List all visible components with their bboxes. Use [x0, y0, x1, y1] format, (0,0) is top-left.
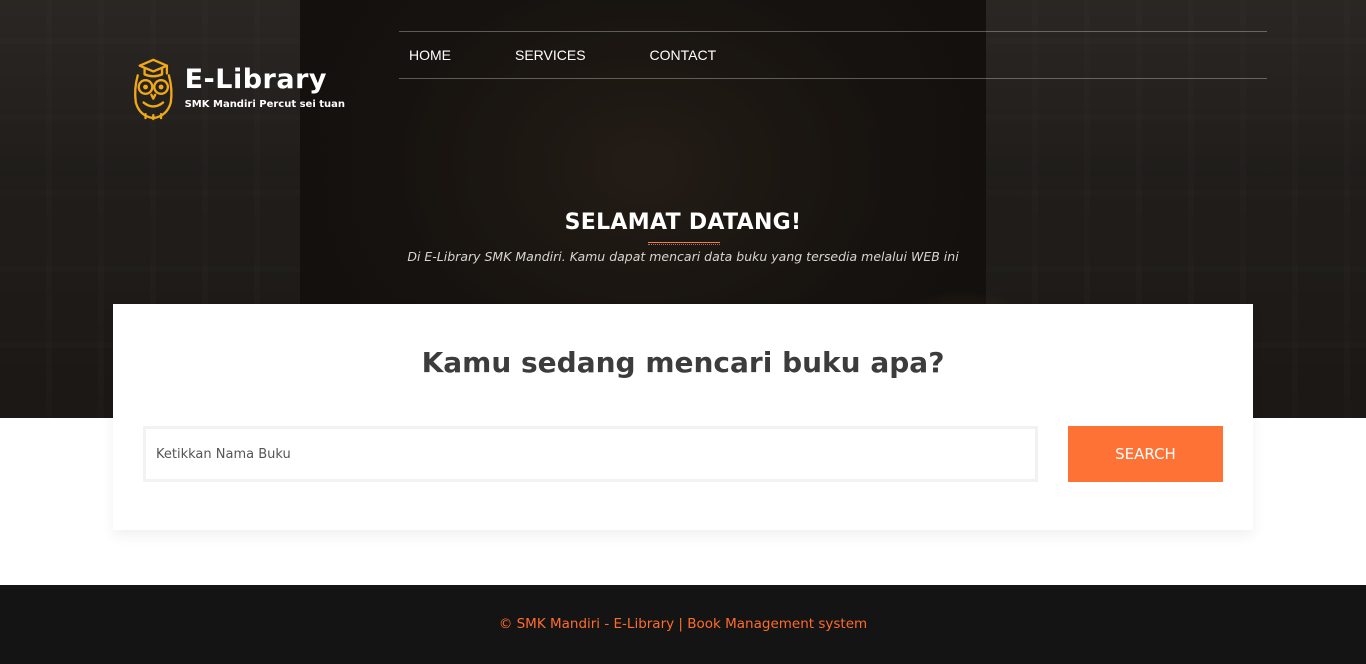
- page: E-Library SMK Mandiri Percut sei tuan HO…: [0, 0, 1366, 664]
- nav-services[interactable]: SERVICES: [515, 47, 586, 63]
- search-card: Kamu sedang mencari buku apa? SEARCH: [113, 304, 1253, 530]
- welcome-subtitle: Di E-Library SMK Mandiri. Kamu dapat men…: [407, 249, 959, 264]
- nav-contact[interactable]: CONTACT: [650, 47, 717, 63]
- welcome-divider: [648, 242, 720, 245]
- search-input[interactable]: [143, 426, 1038, 482]
- brand-subtitle: SMK Mandiri Percut sei tuan: [184, 98, 345, 110]
- search-heading: Kamu sedang mencari buku apa?: [421, 346, 945, 379]
- search-button[interactable]: SEARCH: [1068, 426, 1223, 482]
- brand-text: E-Library SMK Mandiri Percut sei tuan: [184, 63, 345, 110]
- brand-logo-link[interactable]: E-Library SMK Mandiri Percut sei tuan: [130, 52, 345, 122]
- welcome-title: SELAMAT DATANG!: [564, 210, 802, 235]
- footer-copyright: © SMK Mandiri - E-Library | Book Managem…: [498, 616, 868, 632]
- footer: © SMK Mandiri - E-Library | Book Managem…: [0, 585, 1366, 664]
- brand-title: E-Library: [184, 63, 327, 95]
- nav-home[interactable]: HOME: [409, 47, 451, 63]
- main-nav: HOME SERVICES CONTACT: [399, 31, 1267, 79]
- owl-icon: [134, 58, 173, 121]
